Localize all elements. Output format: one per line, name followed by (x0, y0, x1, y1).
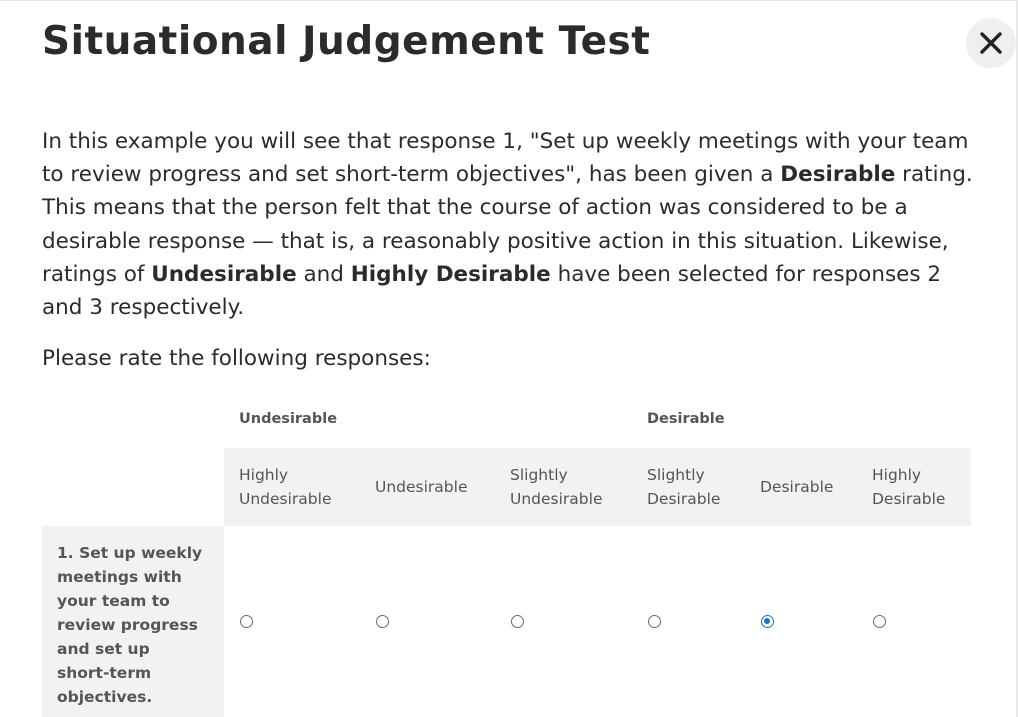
group-header-desirable: Desirable (647, 411, 725, 427)
instructions-paragraph: In this example you will see that respon… (42, 125, 977, 324)
response-label-line: objectives. (57, 688, 153, 706)
radio-highly-desirable[interactable] (873, 615, 886, 628)
column-header-line: Desirable (760, 478, 834, 496)
instructions-text: and (296, 261, 351, 287)
column-header-line: Undesirable (239, 490, 332, 508)
radio-undesirable[interactable] (376, 615, 389, 628)
column-header-line: Slightly (510, 466, 568, 484)
response-label-line: and set up (57, 640, 150, 658)
radio-slightly-undesirable[interactable] (511, 615, 524, 628)
emphasis-desirable: Desirable (780, 162, 896, 188)
column-header-highly-desirable: Highly Desirable (872, 448, 945, 526)
response-label-line: 1. Set up weekly (57, 544, 203, 562)
response-label-line: meetings with (57, 568, 182, 586)
column-header-line: Undesirable (375, 478, 468, 496)
column-header-undesirable: Undesirable (375, 448, 467, 526)
column-header-desirable: Desirable (760, 448, 833, 526)
response-label-line: review progress (57, 616, 198, 634)
column-header-slightly-undesirable: Slightly Undesirable (510, 448, 602, 526)
radio-highly-undesirable[interactable] (240, 615, 253, 628)
column-header-line: Desirable (872, 490, 946, 508)
column-header-line: Undesirable (510, 490, 603, 508)
group-header-undesirable: Undesirable (239, 411, 338, 427)
rating-prompt: Please rate the following responses: (42, 346, 431, 371)
rating-scale-header: Highly Undesirable Undesirable Slightly Un… (224, 448, 971, 526)
column-header-line: Slightly (647, 466, 705, 484)
emphasis-undesirable: Undesirable (151, 261, 297, 287)
radio-desirable[interactable] (761, 615, 774, 628)
column-header-line: Desirable (647, 490, 721, 508)
column-header-line: Highly (239, 466, 289, 484)
radio-slightly-desirable[interactable] (648, 615, 661, 628)
response-label-line: short-term (57, 664, 152, 682)
emphasis-highly-desirable: Highly Desirable (350, 261, 551, 287)
column-header-slightly-desirable: Slightly Desirable (647, 448, 720, 526)
close-icon (980, 32, 1002, 54)
top-border (0, 0, 1018, 1)
response-label: 1. Set up weekly meetings with your team… (42, 526, 224, 717)
response-label-line: your team to (57, 592, 170, 610)
column-header-line: Highly (872, 466, 922, 484)
dialog-title: Situational Judgement Test (42, 19, 651, 64)
column-header-highly-undesirable: Highly Undesirable (239, 448, 331, 526)
close-button[interactable] (966, 18, 1016, 68)
